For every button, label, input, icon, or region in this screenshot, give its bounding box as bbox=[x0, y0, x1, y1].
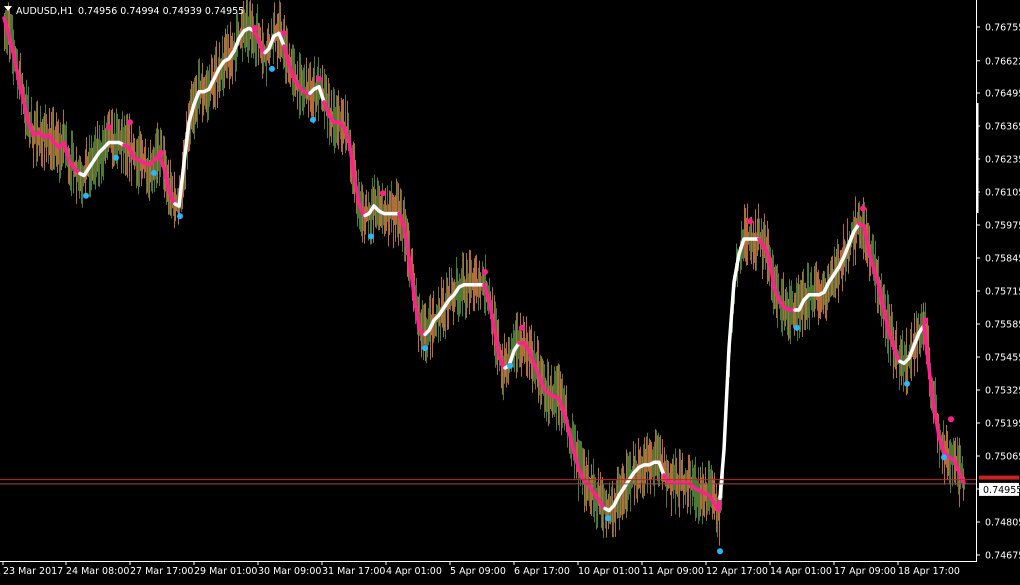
y-tick-label: 0.75195 bbox=[985, 419, 1020, 430]
sell-signal-dot bbox=[482, 269, 488, 275]
x-tick-label: 24 Mar 08:00 bbox=[66, 566, 129, 577]
y-tick-label: 0.76235 bbox=[985, 155, 1020, 166]
buy-signal-dot bbox=[151, 170, 157, 176]
sell-signal-dot bbox=[281, 30, 287, 37]
y-tick-label: 0.75065 bbox=[985, 452, 1020, 463]
x-tick-label: 11 Apr 09:00 bbox=[642, 566, 704, 577]
x-tick-label: 5 Apr 09:00 bbox=[450, 566, 506, 577]
chart-header: AUDUSD,H1 0.74956 0.74994 0.74939 0.7495… bbox=[4, 6, 244, 17]
x-tick-label: 4 Apr 01:00 bbox=[386, 566, 442, 577]
y-tick-label: 0.74675 bbox=[985, 551, 1020, 562]
x-tick-label: 30 Mar 09:00 bbox=[258, 566, 321, 577]
current-price-tag: 0.74955 bbox=[979, 482, 1020, 496]
y-tick-label: 0.76495 bbox=[985, 89, 1020, 100]
sell-signal-dot bbox=[948, 416, 954, 423]
sell-signal-dot bbox=[860, 205, 866, 212]
buy-signal-dot bbox=[605, 515, 611, 522]
sell-signal-dot bbox=[127, 119, 133, 126]
chart-background bbox=[0, 0, 1020, 581]
x-tick-label: 31 Mar 17:00 bbox=[322, 566, 385, 577]
y-tick-label: 0.74805 bbox=[985, 518, 1020, 529]
y-tick-label: 0.76365 bbox=[985, 122, 1020, 133]
sell-signal-dot bbox=[158, 149, 164, 156]
buy-signal-dot bbox=[904, 380, 910, 387]
buy-signal-dot bbox=[941, 454, 947, 461]
buy-signal-dot bbox=[422, 345, 428, 352]
x-tick-label: 6 Apr 17:00 bbox=[514, 566, 570, 577]
y-tick-label: 0.75975 bbox=[985, 221, 1020, 232]
sell-signal-dot bbox=[922, 317, 928, 324]
sell-signal-dot bbox=[747, 218, 753, 225]
x-tick-label: 23 Mar 2017 bbox=[3, 566, 63, 577]
symbol-label: AUDUSD,H1 bbox=[16, 6, 73, 17]
price-chart[interactable]: 0.76755 0.76622 0.76495 0.76365 0.76235 0.761… bbox=[0, 0, 1020, 581]
buy-signal-dot bbox=[310, 116, 316, 123]
x-tick-label: 17 Apr 09:00 bbox=[834, 566, 896, 577]
x-tick-label: 14 Apr 01:00 bbox=[770, 566, 832, 577]
x-tick-label: 27 Mar 17:00 bbox=[130, 566, 193, 577]
x-tick-label: 29 Mar 01:00 bbox=[194, 566, 257, 577]
buy-signal-dot bbox=[113, 154, 119, 161]
buy-signal-dot bbox=[177, 213, 183, 220]
y-tick-label: 0.75325 bbox=[985, 386, 1020, 397]
x-tick-label: 10 Apr 01:00 bbox=[578, 566, 640, 577]
buy-signal-dot bbox=[717, 548, 723, 555]
chart-window[interactable]: 0.76755 0.76622 0.76495 0.76365 0.76235 0.761… bbox=[0, 0, 1020, 581]
buy-signal-dot bbox=[507, 362, 513, 369]
buy-signal-dot bbox=[83, 192, 89, 199]
bid-price-tag bbox=[979, 475, 1019, 480]
y-tick-label: 0.75845 bbox=[985, 254, 1020, 265]
buy-signal-dot bbox=[794, 324, 800, 331]
y-tick-label: 0.75455 bbox=[985, 353, 1020, 364]
buy-signal-dot bbox=[368, 233, 374, 240]
y-tick-label: 0.76622 bbox=[985, 56, 1020, 67]
sell-signal-dot bbox=[316, 76, 322, 82]
y-tick-label: 0.76755 bbox=[985, 23, 1020, 34]
sell-signal-dot bbox=[519, 324, 525, 331]
price-tag-text: 0.74955 bbox=[983, 485, 1020, 496]
sell-signal-dot bbox=[252, 25, 258, 32]
y-tick-label: 0.76105 bbox=[985, 188, 1020, 199]
ohlc-values: 0.74956 0.74994 0.74939 0.74955 bbox=[78, 6, 244, 17]
buy-signal-dot bbox=[269, 65, 275, 72]
sell-signal-dot bbox=[106, 124, 112, 131]
sell-signal-dot bbox=[380, 190, 386, 197]
y-tick-label: 0.75585 bbox=[985, 320, 1020, 331]
y-tick-label: 0.75715 bbox=[985, 287, 1020, 298]
x-tick-label: 12 Apr 17:00 bbox=[706, 566, 768, 577]
x-tick-label: 18 Apr 17:00 bbox=[898, 566, 960, 577]
